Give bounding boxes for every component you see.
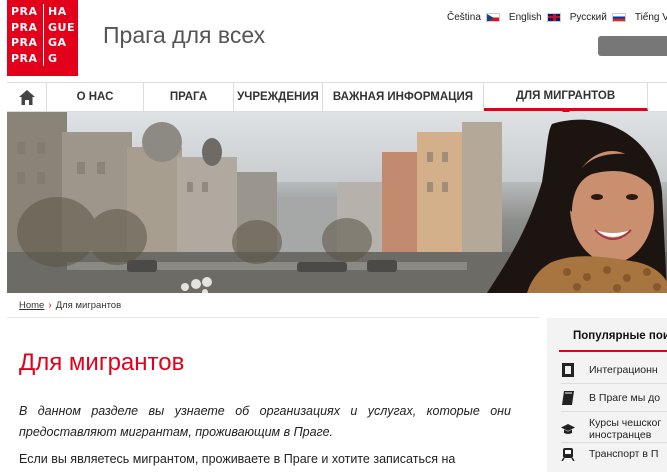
language-label: Čeština <box>447 12 481 23</box>
sidebar-heading: Популярные поис <box>573 330 667 342</box>
body-paragraph: Если вы являетесь мигрантом, проживаете … <box>19 452 456 466</box>
logo-text: PRA <box>11 35 44 51</box>
site-title: Прага для всех <box>103 22 266 48</box>
popular-searches-sidebar: Популярные поис Интеграционн В Праге мы … <box>547 318 667 472</box>
sidebar-heading-underline <box>559 350 667 352</box>
graduation-cap-icon <box>561 424 575 434</box>
nav-about[interactable]: О НАС <box>47 83 144 111</box>
logo-text: PRA <box>11 19 44 35</box>
sidebar-link-transport[interactable]: Транспорт в П <box>561 447 658 461</box>
language-label: Русский <box>569 12 607 23</box>
nav-home[interactable] <box>7 83 47 111</box>
logo-text: PRA <box>11 50 44 66</box>
nav-for-migrants[interactable]: ДЛЯ МИГРАНТОВ <box>484 83 648 115</box>
sidebar-link-integration[interactable]: Интеграционн <box>561 363 658 377</box>
breadcrumb-current: Для мигрантов <box>55 300 122 311</box>
sidebar-link-text: Курсы чешског иностранцев <box>589 417 661 441</box>
logo-text: GUE <box>48 20 75 34</box>
chevron-right-icon: › <box>48 300 52 311</box>
sidebar-link-in-prague[interactable]: В Праге мы до <box>561 391 660 405</box>
logo-text: HA <box>48 5 67 18</box>
sidebar-link-label-line2: иностранцев <box>589 429 652 441</box>
intro-text-line1: В данном разделе вы узнаете об организац… <box>19 404 511 418</box>
page-title: Для мигрантов <box>19 349 185 376</box>
sidebar-divider <box>561 383 667 384</box>
language-label: English <box>508 12 542 23</box>
sidebar-link-label: Курсы чешског <box>589 417 662 429</box>
document-icon <box>562 363 574 377</box>
gb-flag-icon <box>546 13 561 22</box>
ru-flag-icon <box>611 13 626 22</box>
language-russian[interactable]: Русский <box>570 12 626 23</box>
language-english[interactable]: English <box>509 12 561 23</box>
nav-institutions[interactable]: УЧРЕЖДЕНИЯ <box>234 83 323 111</box>
logo-text: PRA <box>11 4 44 20</box>
logo-text: GA <box>48 36 67 49</box>
language-label: Tiếng Việ <box>634 12 667 23</box>
nav-important-info[interactable]: ВАЖНАЯ ИНФОРМАЦИЯ <box>323 83 484 111</box>
breadcrumb-home-link[interactable]: Home <box>19 300 44 311</box>
hero-image <box>7 112 667 293</box>
sidebar-divider <box>561 442 667 443</box>
cz-flag-icon <box>485 13 500 22</box>
language-vietnamese[interactable]: Tiếng Việ <box>635 12 667 23</box>
language-czech[interactable]: Čeština <box>447 12 500 23</box>
main-nav: О НАС ПРАГА УЧРЕЖДЕНИЯ ВАЖНАЯ ИНФОРМАЦИЯ… <box>7 82 667 115</box>
content-divider <box>7 317 539 318</box>
sidebar-link-czech-courses[interactable]: Курсы чешског иностранцев <box>561 417 661 441</box>
intro-text-line2: предоставляют мигрантам, проживающим в П… <box>19 425 334 439</box>
sidebar-link-label: Интеграционн <box>589 364 658 376</box>
hero-cityscape <box>7 112 667 293</box>
breadcrumb: Home › Для мигрантов <box>19 300 121 311</box>
praha-logo[interactable]: PRA HA PRA GUE PRA GA PRA G <box>7 0 78 76</box>
sidebar-divider <box>561 411 667 412</box>
tram-icon <box>561 448 575 461</box>
book-icon <box>562 391 574 405</box>
sidebar-link-label: Транспорт в П <box>589 448 659 460</box>
home-icon <box>18 89 35 105</box>
nav-prague[interactable]: ПРАГА <box>144 83 234 111</box>
sidebar-link-label: В Праге мы до <box>589 392 661 404</box>
search-input[interactable] <box>598 36 667 56</box>
language-switcher: Čeština English Русский Tiếng Việ <box>447 12 667 23</box>
logo-text: G <box>48 51 58 65</box>
